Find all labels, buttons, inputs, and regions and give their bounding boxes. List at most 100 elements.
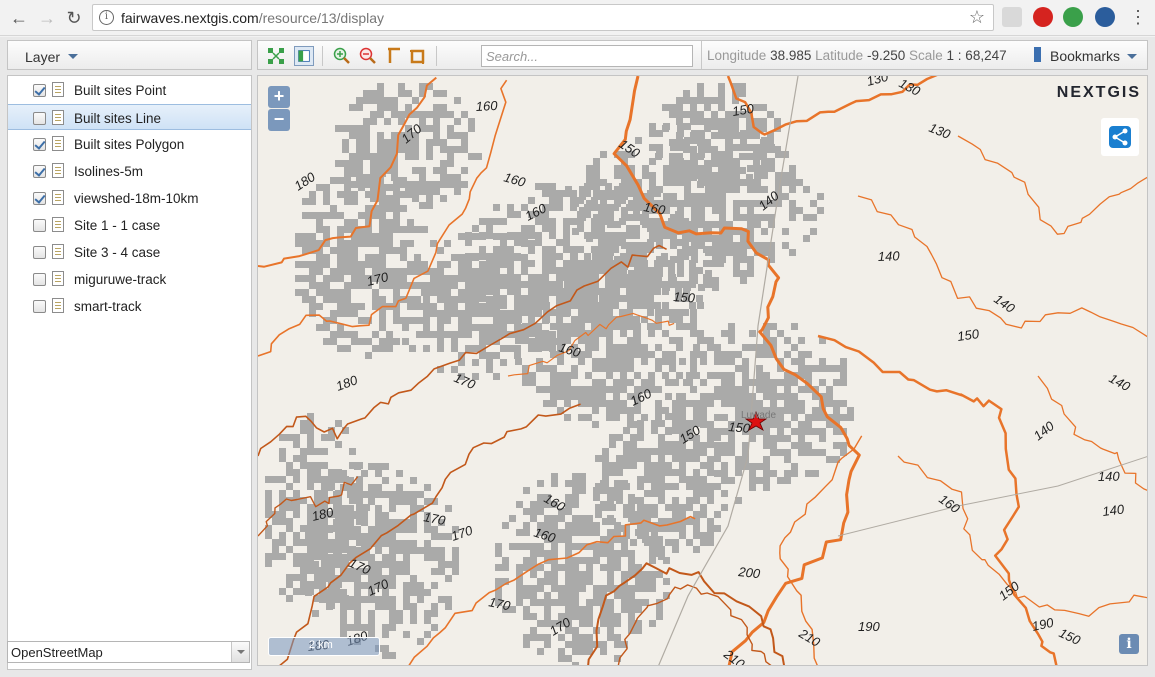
layer-item[interactable]: miguruwe-track xyxy=(8,266,251,292)
contour-label: 210 xyxy=(720,646,748,666)
contour-label: 190 xyxy=(858,619,880,634)
layer-label: miguruwe-track xyxy=(74,272,167,287)
back-arrow-icon[interactable]: ← xyxy=(8,7,30,29)
zoom-to-extent-icon[interactable] xyxy=(266,46,286,66)
nextgis-logo: NEXTGIS xyxy=(1056,84,1141,101)
layer-item[interactable]: viewshed-18m-10km xyxy=(8,185,251,211)
contour-label: 140 xyxy=(1031,418,1058,444)
vector-layer-icon xyxy=(52,244,64,259)
longitude-label: Longitude xyxy=(707,48,767,63)
measure-area-icon[interactable] xyxy=(408,46,428,66)
toolbar-separator xyxy=(701,41,702,69)
vector-layer-icon xyxy=(52,190,64,205)
contour-label: 140 xyxy=(1098,469,1121,484)
address-bar[interactable]: i fairwaves.nextgis.com/resource/13/disp… xyxy=(92,4,994,31)
bookmark-icon[interactable] xyxy=(1034,47,1041,62)
layer-label: viewshed-18m-10km xyxy=(74,191,199,206)
zoom-in-button[interactable]: + xyxy=(268,86,290,108)
search-input[interactable]: Search... xyxy=(481,45,693,67)
layer-checkbox[interactable] xyxy=(33,84,46,97)
layer-checkbox[interactable] xyxy=(33,112,46,125)
share-icon xyxy=(1109,126,1131,148)
contour-label: 200 xyxy=(737,564,762,581)
bookmarks-menu-button[interactable]: Bookmarks xyxy=(1050,48,1120,64)
layer-item[interactable]: Site 3 - 4 case xyxy=(8,239,251,265)
layer-menu-label: Layer xyxy=(25,49,61,65)
url-text[interactable]: fairwaves.nextgis.com/resource/13/displa… xyxy=(121,10,384,26)
layer-item[interactable]: Site 1 - 1 case xyxy=(8,212,251,238)
contour-label: 130 xyxy=(865,76,891,89)
basemap-select[interactable]: OpenStreetMap xyxy=(7,641,250,663)
contour-label: 180 xyxy=(291,169,318,194)
info-button[interactable]: i xyxy=(1119,634,1139,654)
contour-label: 180 xyxy=(334,372,360,394)
vpn-extension-icon[interactable] xyxy=(1063,7,1083,27)
contour-label: 130 xyxy=(927,120,953,142)
browser-toolbar: ← → ↻ i fairwaves.nextgis.com/resource/1… xyxy=(0,0,1155,36)
chevron-down-icon[interactable] xyxy=(1127,54,1137,59)
layer-checkbox[interactable] xyxy=(33,219,46,232)
contour-label: 210 xyxy=(796,625,824,650)
scale-label: Scale xyxy=(909,48,943,63)
layer-item[interactable]: Isolines-5m xyxy=(8,158,251,184)
shield-extension-icon[interactable] xyxy=(1002,7,1022,27)
opera-extension-icon[interactable] xyxy=(1033,7,1053,27)
layer-checkbox[interactable] xyxy=(33,300,46,313)
zoom-out-button[interactable]: − xyxy=(268,109,290,131)
zoom-in-tool-icon[interactable] xyxy=(332,46,352,66)
chevron-down-icon xyxy=(68,54,78,59)
measure-distance-icon[interactable] xyxy=(384,46,404,66)
contour-label: 140 xyxy=(878,248,901,264)
layer-checkbox[interactable] xyxy=(33,192,46,205)
layer-checkbox[interactable] xyxy=(33,273,46,286)
bookmark-star-icon[interactable]: ☆ xyxy=(969,7,985,28)
zoom-out-tool-icon[interactable] xyxy=(358,46,378,66)
map-toolbar: Search... Longitude 38.985 Latitude -9.2… xyxy=(257,40,1148,70)
site-info-icon[interactable]: i xyxy=(99,10,114,25)
contour-label: 150 xyxy=(956,326,980,344)
reload-icon[interactable]: ↻ xyxy=(63,7,85,29)
forward-arrow-icon[interactable]: → xyxy=(36,7,58,29)
map-layers: 1701601501501301301301401601601601801501… xyxy=(258,76,1147,666)
contour-label: 160 xyxy=(502,169,528,190)
layer-item[interactable]: smart-track xyxy=(8,293,251,319)
dropdown-arrow-icon[interactable] xyxy=(231,642,249,662)
layer-checkbox[interactable] xyxy=(33,246,46,259)
layer-item[interactable]: Built sites Point xyxy=(8,77,251,103)
latitude-value: -9.250 xyxy=(866,48,906,63)
map-canvas[interactable]: 1701601501501301301301401601601601801501… xyxy=(257,75,1148,666)
scale-value: 1 : 68,247 xyxy=(946,48,1007,63)
coordinates-readout: Longitude 38.985 Latitude -9.250 Scale 1… xyxy=(707,48,1007,63)
vector-layer-icon xyxy=(52,298,64,313)
layer-label: Isolines-5m xyxy=(74,164,144,179)
app-area: Layer Built sites Point Built sites Line B… xyxy=(0,37,1155,677)
contour-label: 140 xyxy=(1107,371,1134,395)
layer-label: Site 1 - 1 case xyxy=(74,218,161,233)
share-button[interactable] xyxy=(1101,118,1139,156)
layer-checkbox[interactable] xyxy=(33,165,46,178)
contour-label: 130 xyxy=(897,76,924,99)
browser-menu-icon[interactable]: ⋮ xyxy=(1129,6,1147,28)
scale-bar-text: 2 km xyxy=(309,639,333,651)
contour-line xyxy=(857,195,1147,338)
layer-menu-button[interactable]: Layer xyxy=(7,40,252,70)
contour-label: 140 xyxy=(991,291,1018,316)
scale-bar: 2 km xyxy=(268,637,380,656)
layer-item[interactable]: Built sites Polygon xyxy=(8,131,251,157)
vector-layer-icon xyxy=(52,271,64,286)
longitude-value: 38.985 xyxy=(770,48,812,63)
basemap-value: OpenStreetMap xyxy=(11,645,103,660)
toolbar-separator xyxy=(436,46,437,66)
layer-label: smart-track xyxy=(74,299,142,314)
layer-checkbox[interactable] xyxy=(33,138,46,151)
toolbar-separator xyxy=(322,46,323,66)
contour-label: 150 xyxy=(673,289,696,306)
layer-label: Site 3 - 4 case xyxy=(74,245,161,260)
profile-extension-icon[interactable] xyxy=(1095,7,1115,27)
layer-pan-icon[interactable] xyxy=(294,46,314,66)
vector-layer-icon xyxy=(52,82,64,97)
contour-label: 190 xyxy=(1031,615,1056,634)
layer-label: Built sites Polygon xyxy=(74,137,185,152)
layer-item[interactable]: Built sites Line xyxy=(8,104,251,130)
latitude-label: Latitude xyxy=(815,48,864,63)
